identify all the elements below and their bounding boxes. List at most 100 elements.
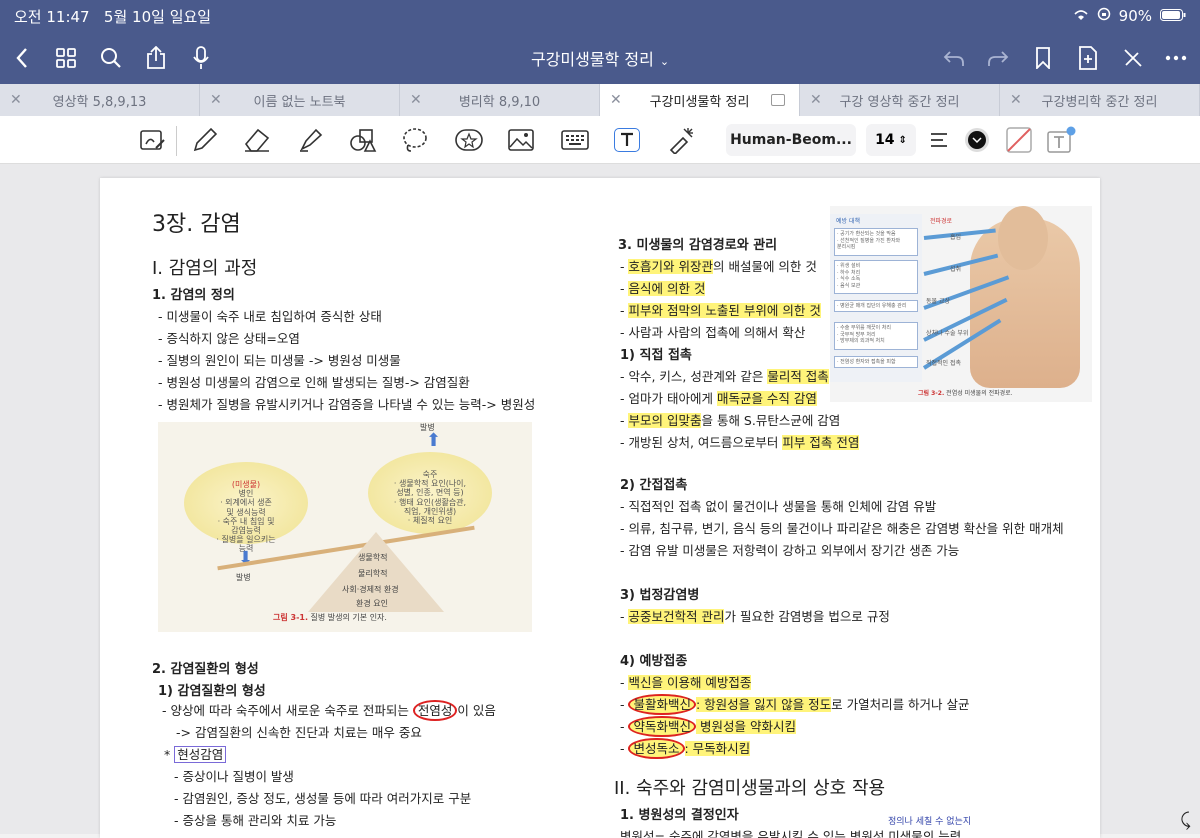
highlighted-text: 매독균을 수직 감염 [716,391,817,406]
subheading: 1) 감염질환의 형성 [158,684,266,699]
note-canvas[interactable]: 3장. 감염 I. 감염의 과정 1. 감염의 정의 - 미생물이 숙주 내로 … [0,164,1200,838]
undo-icon[interactable] [938,42,970,74]
redo-icon[interactable] [982,42,1014,74]
note-line: * 현성감염 [164,744,227,763]
battery-percent: 90% [1118,7,1152,25]
shapes-icon[interactable] [346,124,380,156]
note-text: - 개방된 상처, 여드름으로부터 [620,435,783,450]
subheading: 4) 예방접종 [620,654,688,669]
read-only-mode-icon[interactable] [136,124,170,156]
tab-label: 병리학 8,9,10 [458,94,541,110]
laser-pointer-icon[interactable] [664,124,698,156]
share-icon[interactable] [140,42,172,74]
microphone-icon[interactable] [185,42,217,74]
font-size-value: 14 [875,132,895,148]
note-line: - 사람과 사람의 접촉에 의해서 확산 [620,325,806,340]
close-icon[interactable]: ✕ [410,92,422,108]
wifi-icon [1073,7,1089,25]
image-icon[interactable] [504,124,538,156]
note-text: 가 필요한 감염병을 법으로 규정 [724,609,890,624]
close-icon[interactable]: ✕ [610,92,622,108]
note-line: 병원성= 숙주에 감염병을 유발시킬 수 있는 병원성 미생물의 능력 [620,829,962,838]
split-view-icon[interactable] [771,94,785,106]
note-line: - 감염원인, 증상 정도, 생성물 등에 따라 여러가지로 구분 [174,791,472,806]
search-icon[interactable] [95,42,127,74]
tool-bar: Human-Beom... 14 ⇕ [0,116,1200,164]
tab-item[interactable]: ✕ 구강병리학 중간 정리 [1000,84,1200,116]
close-icon[interactable]: ✕ [10,92,22,108]
tab-label: 구강 영상학 중간 정리 [839,94,960,110]
more-icon[interactable] [1160,42,1192,74]
highlighted-text: 음식에 의한 것 [628,281,706,296]
highlighted-text: 호흡기와 위장관 [628,259,713,274]
text-tool-icon[interactable] [614,128,640,152]
tab-item[interactable]: ✕ 영상학 5,8,9,13 [0,84,200,116]
close-icon[interactable]: ✕ [1010,92,1022,108]
tab-label: 구강병리학 중간 정리 [1041,94,1158,110]
tab-item[interactable]: ✕ 구강 영상학 중간 정리 [800,84,1000,116]
tab-bar: ✕ 영상학 5,8,9,13 ✕ 이름 없는 노트북 ✕ 병리학 8,9,10 ✕ 구강… [0,84,1200,116]
circled-term: 불활화백신 [628,694,696,715]
font-size-stepper[interactable]: 14 ⇕ [866,124,916,156]
circled-term: 전염성 [412,700,458,721]
note-line: - 엄마가 태아에게 매독균을 수직 감염 [620,388,817,407]
note-line: - 직접적인 접촉 없이 물건이나 생물을 통해 인체에 감염 유발 [620,499,937,514]
subheading: 1. 병원성의 결정인자 [620,808,739,823]
highlighter-icon[interactable] [294,124,328,156]
circled-term: 변성독소 [628,738,685,759]
status-bar: 오전 11:47 5월 10일 일요일 90% [14,6,1186,26]
note-line: - 피부와 점막의 노출된 부위에 의한 것 [620,303,821,318]
pen-icon[interactable] [188,124,222,156]
close-icon[interactable]: ✕ [210,92,222,108]
handwritten-note: 정의나 세칠 수 없는지 [888,817,972,827]
subheading: 3) 법정감염병 [620,588,700,603]
note-text: - 엄마가 태아에게 [620,391,717,406]
highlighted-text: 피부 접촉 전염 [782,435,860,450]
back-icon[interactable] [6,42,38,74]
note-line: - 양상에 따라 숙주에서 새로운 숙주로 전파되는 전염성 이 있음 [162,700,496,721]
note-line: - 개방된 상처, 여드름으로부터 피부 접촉 전염 [620,432,860,451]
note-line: - 감염 유발 미생물은 저항력이 강하고 외부에서 장기간 생존 가능 [620,543,960,558]
add-page-icon[interactable] [1072,42,1104,74]
text-box-style-icon[interactable] [1044,124,1078,156]
note-text: - 악수, 키스, 성관계와 같은 [620,369,768,384]
chevron-down-icon: ⌄ [659,55,670,68]
lasso-icon[interactable] [398,124,432,156]
left-column-lower: 2. 감염질환의 형성 1) 감염질환의 형성 - 양상에 따라 숙주에서 새로… [152,178,612,838]
background-color-icon[interactable] [1002,124,1036,156]
tab-label: 이름 없는 노트북 [253,94,346,110]
text-color-button[interactable] [960,124,994,156]
subheading: 1) 직접 접촉 [620,348,692,363]
note-page[interactable]: 3장. 감염 I. 감염의 과정 1. 감염의 정의 - 미생물이 숙주 내로 … [100,178,1100,838]
note-line: - 음식에 의한 것 [620,281,706,296]
font-family-button[interactable]: Human-Beom... [726,124,856,156]
eraser-icon[interactable] [240,124,274,156]
tab-item-active[interactable]: ✕ 구강미생물학 정리 [600,84,800,116]
toolbar-divider [176,126,177,156]
note-line: -> 감염질환의 신속한 진단과 치료는 매우 중요 [176,725,422,740]
note-line: - 의류, 침구류, 변기, 음식 등의 물건이나 파리같은 해충은 감염병 확… [620,521,1064,536]
sticker-icon[interactable] [452,124,486,156]
highlighted-text: 백신을 이용해 예방접종 [628,675,752,690]
bookmark-icon[interactable] [1027,42,1059,74]
top-bar: 오전 11:47 5월 10일 일요일 90% 구강미생물학 정리 ⌄ [0,0,1200,84]
document-title-button[interactable]: 구강미생물학 정리 ⌄ [0,46,1200,70]
tab-label: 영상학 5,8,9,13 [52,94,147,110]
highlighted-text: : 항원성을 잃지 않을 정도 [696,697,832,712]
note-line: - 백신을 이용해 예방접종 [620,675,752,690]
scroll-indicator-icon[interactable]: ⤹ [1180,810,1191,831]
close-icon[interactable]: ✕ [810,92,822,108]
align-left-icon[interactable] [922,124,956,156]
highlighted-text: 물리적 접촉 [767,369,829,384]
highlighted-text: 부모의 입맞춤 [628,413,702,428]
note-line: - 증상을 통해 관리와 치료 가능 [174,813,337,828]
note-text: 이 있음 [457,703,496,718]
highlighted-text: : 무독화시킴 [684,741,751,756]
pen-off-icon[interactable] [1117,42,1149,74]
tab-item[interactable]: ✕ 이름 없는 노트북 [200,84,400,116]
note-line: - 불활화백신: 항원성을 잃지 않을 정도로 가열처리를 하거나 살균 [620,694,970,715]
tab-item[interactable]: ✕ 병리학 8,9,10 [400,84,600,116]
keyboard-icon[interactable] [558,124,592,156]
grid-icon[interactable] [50,42,82,74]
note-text: - 양상에 따라 숙주에서 새로운 숙주로 전파되는 [162,703,413,718]
